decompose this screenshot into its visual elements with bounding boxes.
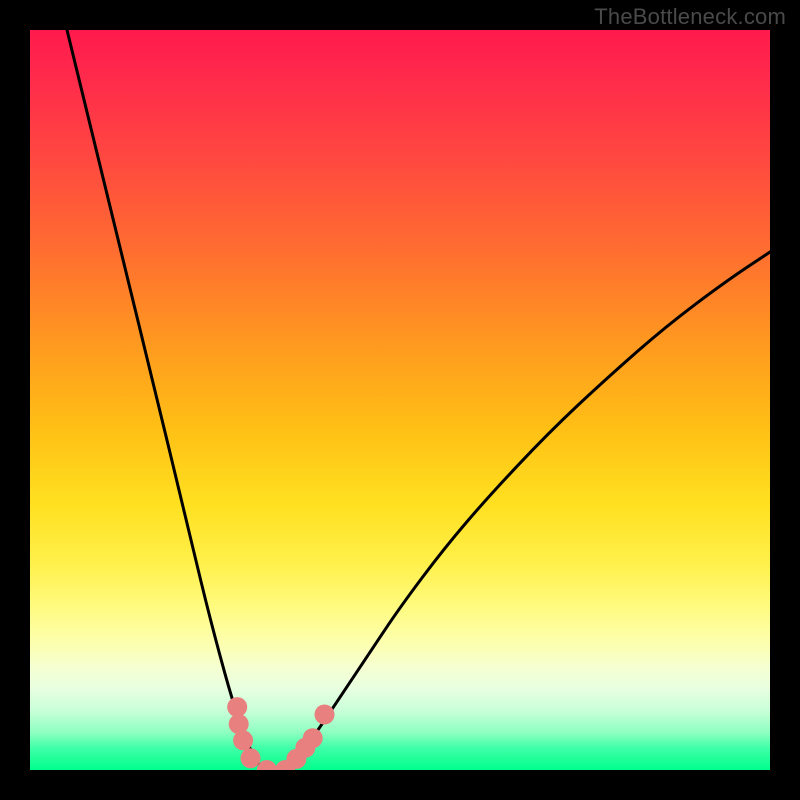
watermark-text: TheBottleneck.com — [594, 4, 786, 30]
plot-area — [30, 30, 770, 770]
chart-frame: TheBottleneck.com — [0, 0, 800, 800]
heat-gradient-background — [30, 30, 770, 770]
